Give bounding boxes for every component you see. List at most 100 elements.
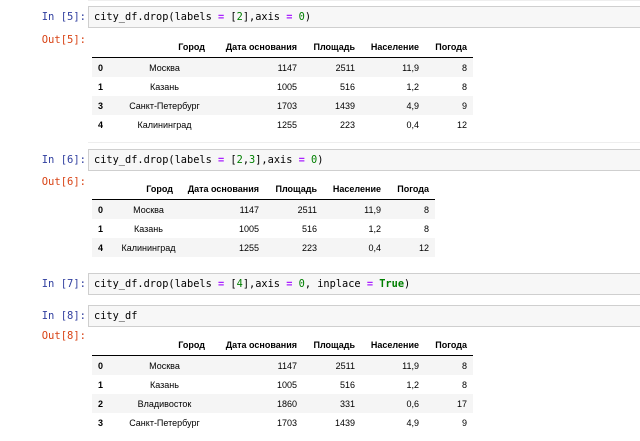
index-header [92, 335, 118, 356]
cell-divider [88, 142, 640, 143]
code-text: city_df.drop(labels [94, 11, 218, 23]
row-index: 3 [98, 417, 104, 428]
code-input[interactable]: city_df.drop(labels = [2,3],axis = 0) [88, 149, 640, 171]
cell-population: 11,9 [402, 62, 419, 73]
column-header: Площадь [303, 37, 361, 58]
row-index: 3 [98, 100, 104, 111]
cell-city: Москва [133, 204, 164, 215]
row-index: 1 [98, 379, 104, 390]
cell-area: 1439 [334, 100, 355, 111]
dataframe-table: Город Дата основания Площадь Население П… [92, 37, 473, 134]
table-header-row: Город Дата основания Площадь Население П… [92, 37, 473, 58]
cell-weather: 12 [456, 119, 467, 130]
cell-founded: 1255 [238, 242, 259, 253]
table-header-row: Город Дата основания Площадь Население П… [92, 335, 473, 356]
row-index: 4 [98, 242, 104, 253]
cell-founded: 1005 [238, 223, 259, 234]
cell-weather: 12 [418, 242, 429, 253]
code-text: [ [224, 154, 237, 166]
code-text: ],axis [242, 11, 287, 23]
cell-weather: 8 [461, 62, 467, 73]
table-row: 4 Калининград 1255 223 0,4 12 [92, 238, 435, 257]
table-row: 1 Казань 1005 516 1,2 8 [92, 219, 435, 238]
code-text: [ [224, 11, 237, 23]
code-keyword: True [379, 278, 405, 290]
cell-area: 331 [339, 398, 355, 409]
table-row: 3 Санкт-Петербург 1703 1439 4,9 9 [92, 96, 473, 115]
table-header-row: Город Дата основания Площадь Население П… [92, 179, 435, 200]
cell-population: 1,2 [406, 379, 419, 390]
cell-area: 223 [301, 242, 317, 253]
code-text: ],axis [242, 278, 287, 290]
input-prompt: In [5]: [41, 11, 86, 23]
cell-population: 1,2 [406, 81, 419, 92]
table-row: 0 Москва 1147 2511 11,9 8 [92, 57, 473, 77]
column-header: Площадь [265, 179, 323, 200]
column-header: Дата основания [179, 179, 265, 200]
cell-city: Москва [149, 62, 180, 73]
table-row: 0 Москва 1147 2511 11,9 8 [92, 355, 473, 375]
cell-weather: 8 [423, 223, 429, 234]
table-row: 0 Москва 1147 2511 11,9 8 [92, 199, 435, 219]
column-header: Население [323, 179, 387, 200]
code-input[interactable]: city_df [88, 305, 640, 327]
cell-area: 516 [339, 81, 355, 92]
cell-city: Москва [149, 360, 180, 371]
cell-founded: 1147 [277, 62, 297, 73]
code-text: ],axis [255, 154, 299, 166]
column-header: Население [361, 335, 425, 356]
cell-area: 1439 [334, 417, 355, 428]
code-text: ) [304, 11, 312, 23]
column-header: Город [118, 335, 211, 356]
cell-area: 2511 [297, 204, 317, 215]
cell-area: 2511 [335, 62, 355, 73]
cell-city: Казань [134, 223, 163, 234]
cell-city: Калининград [137, 119, 192, 130]
output-prompt: Out[6]: [41, 176, 86, 188]
cell-area: 223 [339, 119, 355, 130]
cell-city: Санкт-Петербург [129, 417, 200, 428]
column-header: Погода [425, 37, 473, 58]
dataframe-table: Город Дата основания Площадь Население П… [92, 179, 435, 257]
cell-founded: 1703 [276, 100, 297, 111]
code-text: ) [317, 154, 324, 166]
row-index: 2 [98, 398, 104, 409]
cell-founded: 1147 [239, 204, 259, 215]
cell-weather: 17 [456, 398, 467, 409]
code-input[interactable]: city_df.drop(labels = [2],axis = 0) [88, 6, 640, 28]
code-text: , inplace [304, 278, 367, 290]
index-header [92, 37, 118, 58]
code-text: city_df [94, 310, 138, 322]
cell-population: 4,9 [406, 100, 419, 111]
column-header: Население [361, 37, 425, 58]
column-header: Город [118, 179, 179, 200]
table-row: 1 Казань 1005 516 1,2 8 [92, 375, 473, 394]
output-prompt: Out[5]: [41, 34, 86, 46]
column-header: Дата основания [211, 335, 303, 356]
cell-founded: 1255 [276, 119, 297, 130]
cell-weather: 8 [461, 379, 467, 390]
cell-weather: 9 [461, 100, 467, 111]
cell-population: 0,4 [406, 119, 419, 130]
cell-founded: 1005 [276, 81, 297, 92]
input-prompt: In [8]: [41, 310, 86, 322]
cell-founded: 1860 [276, 398, 297, 409]
cell-city: Казань [150, 379, 179, 390]
cell-city: Казань [150, 81, 179, 92]
row-index: 4 [98, 119, 104, 130]
cell-founded: 1147 [277, 360, 297, 371]
table-row: 2 Владивосток 1860 331 0,6 17 [92, 394, 473, 413]
index-header [92, 179, 118, 200]
cell-population: 0,6 [406, 398, 419, 409]
cell-area: 516 [301, 223, 317, 234]
code-input[interactable]: city_df.drop(labels = [4],axis = 0, inpl… [88, 273, 640, 295]
row-index: 1 [98, 81, 104, 92]
cell-city: Калининград [121, 242, 176, 253]
cell-population: 11,9 [402, 360, 419, 371]
code-text: city_df.drop(labels [94, 278, 218, 290]
table-row: 3 Санкт-Петербург 1703 1439 4,9 9 [92, 413, 473, 432]
cell-population: 4,9 [406, 417, 419, 428]
row-index: 1 [98, 223, 104, 234]
column-header: Город [118, 37, 211, 58]
table-row: 1 Казань 1005 516 1,2 8 [92, 77, 473, 96]
